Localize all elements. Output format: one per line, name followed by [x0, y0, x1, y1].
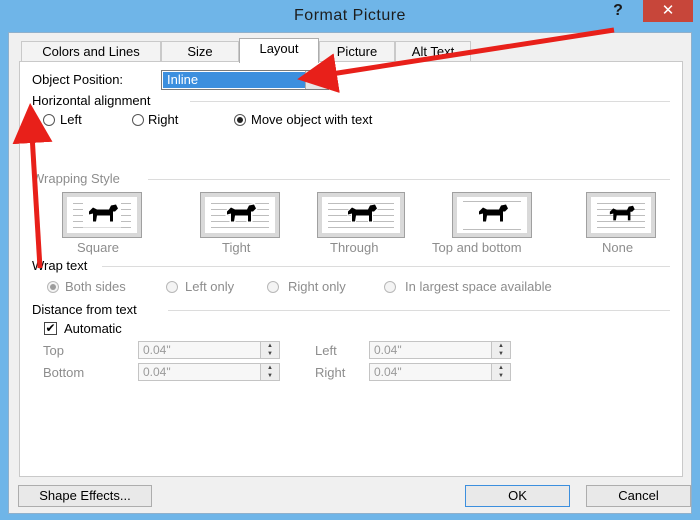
- object-position-value: Inline: [163, 72, 306, 88]
- distance-right-label: Right: [315, 365, 346, 380]
- wrap-none-option[interactable]: [586, 192, 656, 238]
- wrap-through-option[interactable]: [317, 192, 405, 238]
- distance-bottom-value[interactable]: 0.04": [143, 365, 171, 379]
- spin-down-icon[interactable]: ▼: [492, 372, 510, 380]
- radio-right-label[interactable]: Right: [148, 112, 178, 127]
- distance-top-label: Top: [43, 343, 64, 358]
- title-bar: Format Picture ? ✕: [0, 0, 700, 32]
- automatic-label[interactable]: Automatic: [64, 321, 122, 336]
- wrapping-style-heading: Wrapping Style: [32, 171, 120, 186]
- distance-top-spinner[interactable]: 0.04" ▲ ▼: [138, 341, 280, 359]
- radio-both-sides-label[interactable]: Both sides: [65, 279, 126, 294]
- wrap-top-and-bottom-option[interactable]: [452, 192, 532, 238]
- close-button[interactable]: ✕: [643, 0, 693, 22]
- dog-silhouette-icon: [473, 202, 511, 229]
- spin-up-icon[interactable]: ▲: [261, 364, 279, 372]
- distance-bottom-spinner[interactable]: 0.04" ▲ ▼: [138, 363, 280, 381]
- wrap-square-label[interactable]: Square: [77, 240, 119, 255]
- distance-top-value[interactable]: 0.04": [143, 343, 171, 357]
- distance-bottom-label: Bottom: [43, 365, 85, 380]
- dialog-client: Colors and Lines Size Layout Picture Alt…: [8, 32, 692, 514]
- distance-right-spinner[interactable]: 0.04" ▲ ▼: [369, 363, 511, 381]
- spin-down-icon[interactable]: ▼: [261, 372, 279, 380]
- spin-up-icon[interactable]: ▲: [492, 364, 510, 372]
- wrap-square-option[interactable]: [62, 192, 142, 238]
- radio-left-only[interactable]: [166, 281, 178, 293]
- distance-left-value[interactable]: 0.04": [374, 343, 402, 357]
- section-divider: [148, 179, 670, 180]
- dog-silhouette-icon: [604, 202, 638, 229]
- radio-right[interactable]: [132, 114, 144, 126]
- radio-move-with-text[interactable]: [234, 114, 246, 126]
- horizontal-alignment-label: Horizontal alignment: [32, 93, 151, 108]
- radio-largest-space-label[interactable]: In largest space available: [405, 279, 552, 294]
- dog-silhouette-icon: [342, 200, 380, 231]
- tab-alt-text[interactable]: Alt Text: [395, 41, 471, 61]
- distance-left-label: Left: [315, 343, 337, 358]
- tab-colors-and-lines[interactable]: Colors and Lines: [21, 41, 161, 61]
- spin-down-icon[interactable]: ▼: [261, 350, 279, 358]
- wrap-text-label: Wrap text: [32, 258, 88, 273]
- wrap-through-label[interactable]: Through: [330, 240, 378, 255]
- cancel-button[interactable]: Cancel: [586, 485, 691, 507]
- ok-button[interactable]: OK: [465, 485, 570, 507]
- distance-from-text-label: Distance from text: [32, 302, 137, 317]
- radio-both-sides[interactable]: [47, 281, 59, 293]
- format-picture-dialog: Format Picture ? ✕ Colors and Lines Size…: [0, 0, 700, 520]
- dialog-title: Format Picture: [294, 7, 406, 24]
- tab-layout[interactable]: Layout: [239, 38, 319, 63]
- radio-left[interactable]: [43, 114, 55, 126]
- wrap-tight-option[interactable]: [200, 192, 280, 238]
- object-position-label: Object Position:: [32, 72, 124, 87]
- radio-right-only-label[interactable]: Right only: [288, 279, 346, 294]
- distance-left-spinner[interactable]: 0.04" ▲ ▼: [369, 341, 511, 359]
- radio-right-only[interactable]: [267, 281, 279, 293]
- spin-up-icon[interactable]: ▲: [261, 342, 279, 350]
- dog-silhouette-icon: [221, 200, 259, 231]
- spin-up-icon[interactable]: ▲: [492, 342, 510, 350]
- radio-left-label[interactable]: Left: [60, 112, 82, 127]
- radio-largest-space[interactable]: [384, 281, 396, 293]
- shape-effects-button[interactable]: Shape Effects...: [18, 485, 152, 507]
- radio-left-only-label[interactable]: Left only: [185, 279, 234, 294]
- spin-down-icon[interactable]: ▼: [492, 350, 510, 358]
- section-divider: [190, 101, 670, 102]
- tab-picture[interactable]: Picture: [319, 41, 395, 61]
- checkmark-icon: ✔: [45, 321, 56, 335]
- section-divider: [102, 266, 670, 267]
- help-button[interactable]: ?: [606, 2, 630, 24]
- chevron-down-icon[interactable]: ▼: [305, 71, 328, 89]
- section-divider: [168, 310, 670, 311]
- dog-silhouette-icon: [83, 199, 121, 231]
- tab-size[interactable]: Size: [161, 41, 239, 61]
- object-position-dropdown[interactable]: Inline ▼: [161, 70, 329, 90]
- wrap-top-and-bottom-label[interactable]: Top and bottom: [432, 240, 522, 255]
- layout-panel: Object Position: Inline ▼ Horizontal ali…: [19, 61, 683, 477]
- distance-right-value[interactable]: 0.04": [374, 365, 402, 379]
- radio-move-with-text-label[interactable]: Move object with text: [251, 112, 372, 127]
- wrap-none-label[interactable]: None: [602, 240, 633, 255]
- wrap-tight-label[interactable]: Tight: [222, 240, 250, 255]
- automatic-checkbox[interactable]: ✔: [44, 322, 57, 335]
